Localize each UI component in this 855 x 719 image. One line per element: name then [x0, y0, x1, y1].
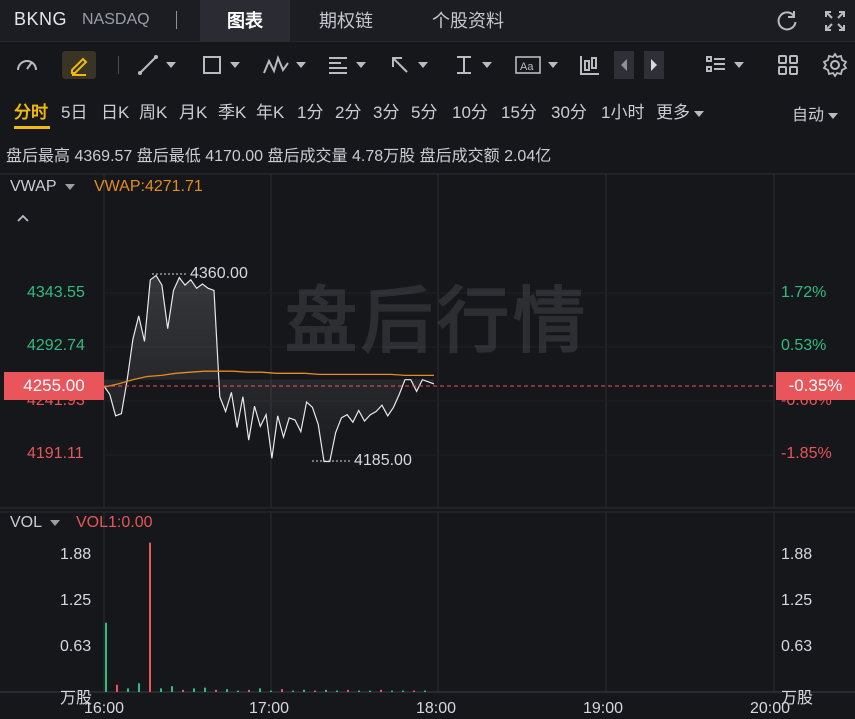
volume-bar [116, 684, 118, 692]
collapse-icon[interactable] [16, 210, 30, 227]
volume-axis-label: 0.63 [60, 638, 92, 655]
volume-bar [226, 689, 228, 692]
volume-bar [303, 689, 305, 692]
volume-bar [336, 690, 338, 692]
current-pct-tag: -0.35% [776, 372, 855, 400]
volume-indicator-selector[interactable]: VOL [10, 514, 68, 532]
vwap-value: VWAP:4271.71 [94, 178, 203, 195]
max-price-label: 4360.00 [190, 265, 248, 282]
volume-bars [105, 542, 426, 692]
volume-bar [325, 689, 327, 692]
indicator-selector[interactable]: VWAP [10, 178, 83, 196]
volume-bar [248, 689, 250, 692]
pct-axis-label: 1.72% [781, 284, 827, 301]
volume-indicator-name: VOL [10, 514, 43, 531]
volume-bar [193, 688, 195, 692]
volume-bar [391, 690, 393, 692]
volume-bar [369, 690, 371, 692]
volume-value: VOL1:0.00 [76, 514, 153, 531]
chevron-down-icon [64, 183, 75, 190]
pct-axis-label: -1.85% [781, 445, 832, 462]
volume-bar [270, 690, 272, 692]
volume-bar [182, 689, 184, 692]
time-axis-label: 18:00 [416, 700, 457, 717]
volume-bar [347, 689, 349, 692]
chart-grid [0, 173, 855, 693]
volume-bar [215, 689, 217, 692]
price-axis-label: 4292.74 [27, 337, 85, 354]
volume-bar [127, 688, 129, 692]
volume-bar [281, 689, 283, 692]
indicator-name: VWAP [10, 178, 57, 195]
current-price-tag: 4255.00 [4, 372, 104, 400]
volume-bar [105, 622, 107, 692]
time-axis-label: 20:00 [750, 700, 791, 717]
min-price-label: 4185.00 [354, 452, 412, 469]
volume-axis-label: 1.88 [60, 546, 92, 563]
watermark: 盘后行情 [285, 279, 590, 363]
volume-bar [204, 687, 206, 692]
volume-bar [358, 690, 360, 692]
chevron-down-icon [50, 519, 61, 526]
volume-bar [160, 688, 162, 692]
volume-axis-label: 1.88 [781, 546, 813, 563]
time-axis-label: 19:00 [583, 700, 624, 717]
volume-bar [237, 690, 239, 692]
volume-bar [402, 690, 404, 692]
time-axis-label: 17:00 [249, 700, 290, 717]
price-axis-label: 4343.55 [27, 284, 85, 301]
volume-axis-label: 1.25 [781, 592, 813, 609]
volume-bar [314, 690, 316, 692]
volume-bar [292, 690, 294, 692]
volume-bar [138, 683, 140, 692]
volume-axis-label: 1.25 [60, 592, 92, 609]
volume-axis-label: 0.63 [781, 638, 813, 655]
volume-bar [424, 690, 426, 692]
volume-bar [171, 686, 173, 692]
volume-bar [413, 690, 415, 692]
volume-bar [149, 542, 151, 692]
volume-bar [259, 688, 261, 692]
volume-bar [380, 689, 382, 692]
price-axis-label: 4191.11 [27, 445, 84, 462]
pct-axis-label: 0.53% [781, 337, 827, 354]
time-axis-label: 16:00 [84, 700, 125, 717]
